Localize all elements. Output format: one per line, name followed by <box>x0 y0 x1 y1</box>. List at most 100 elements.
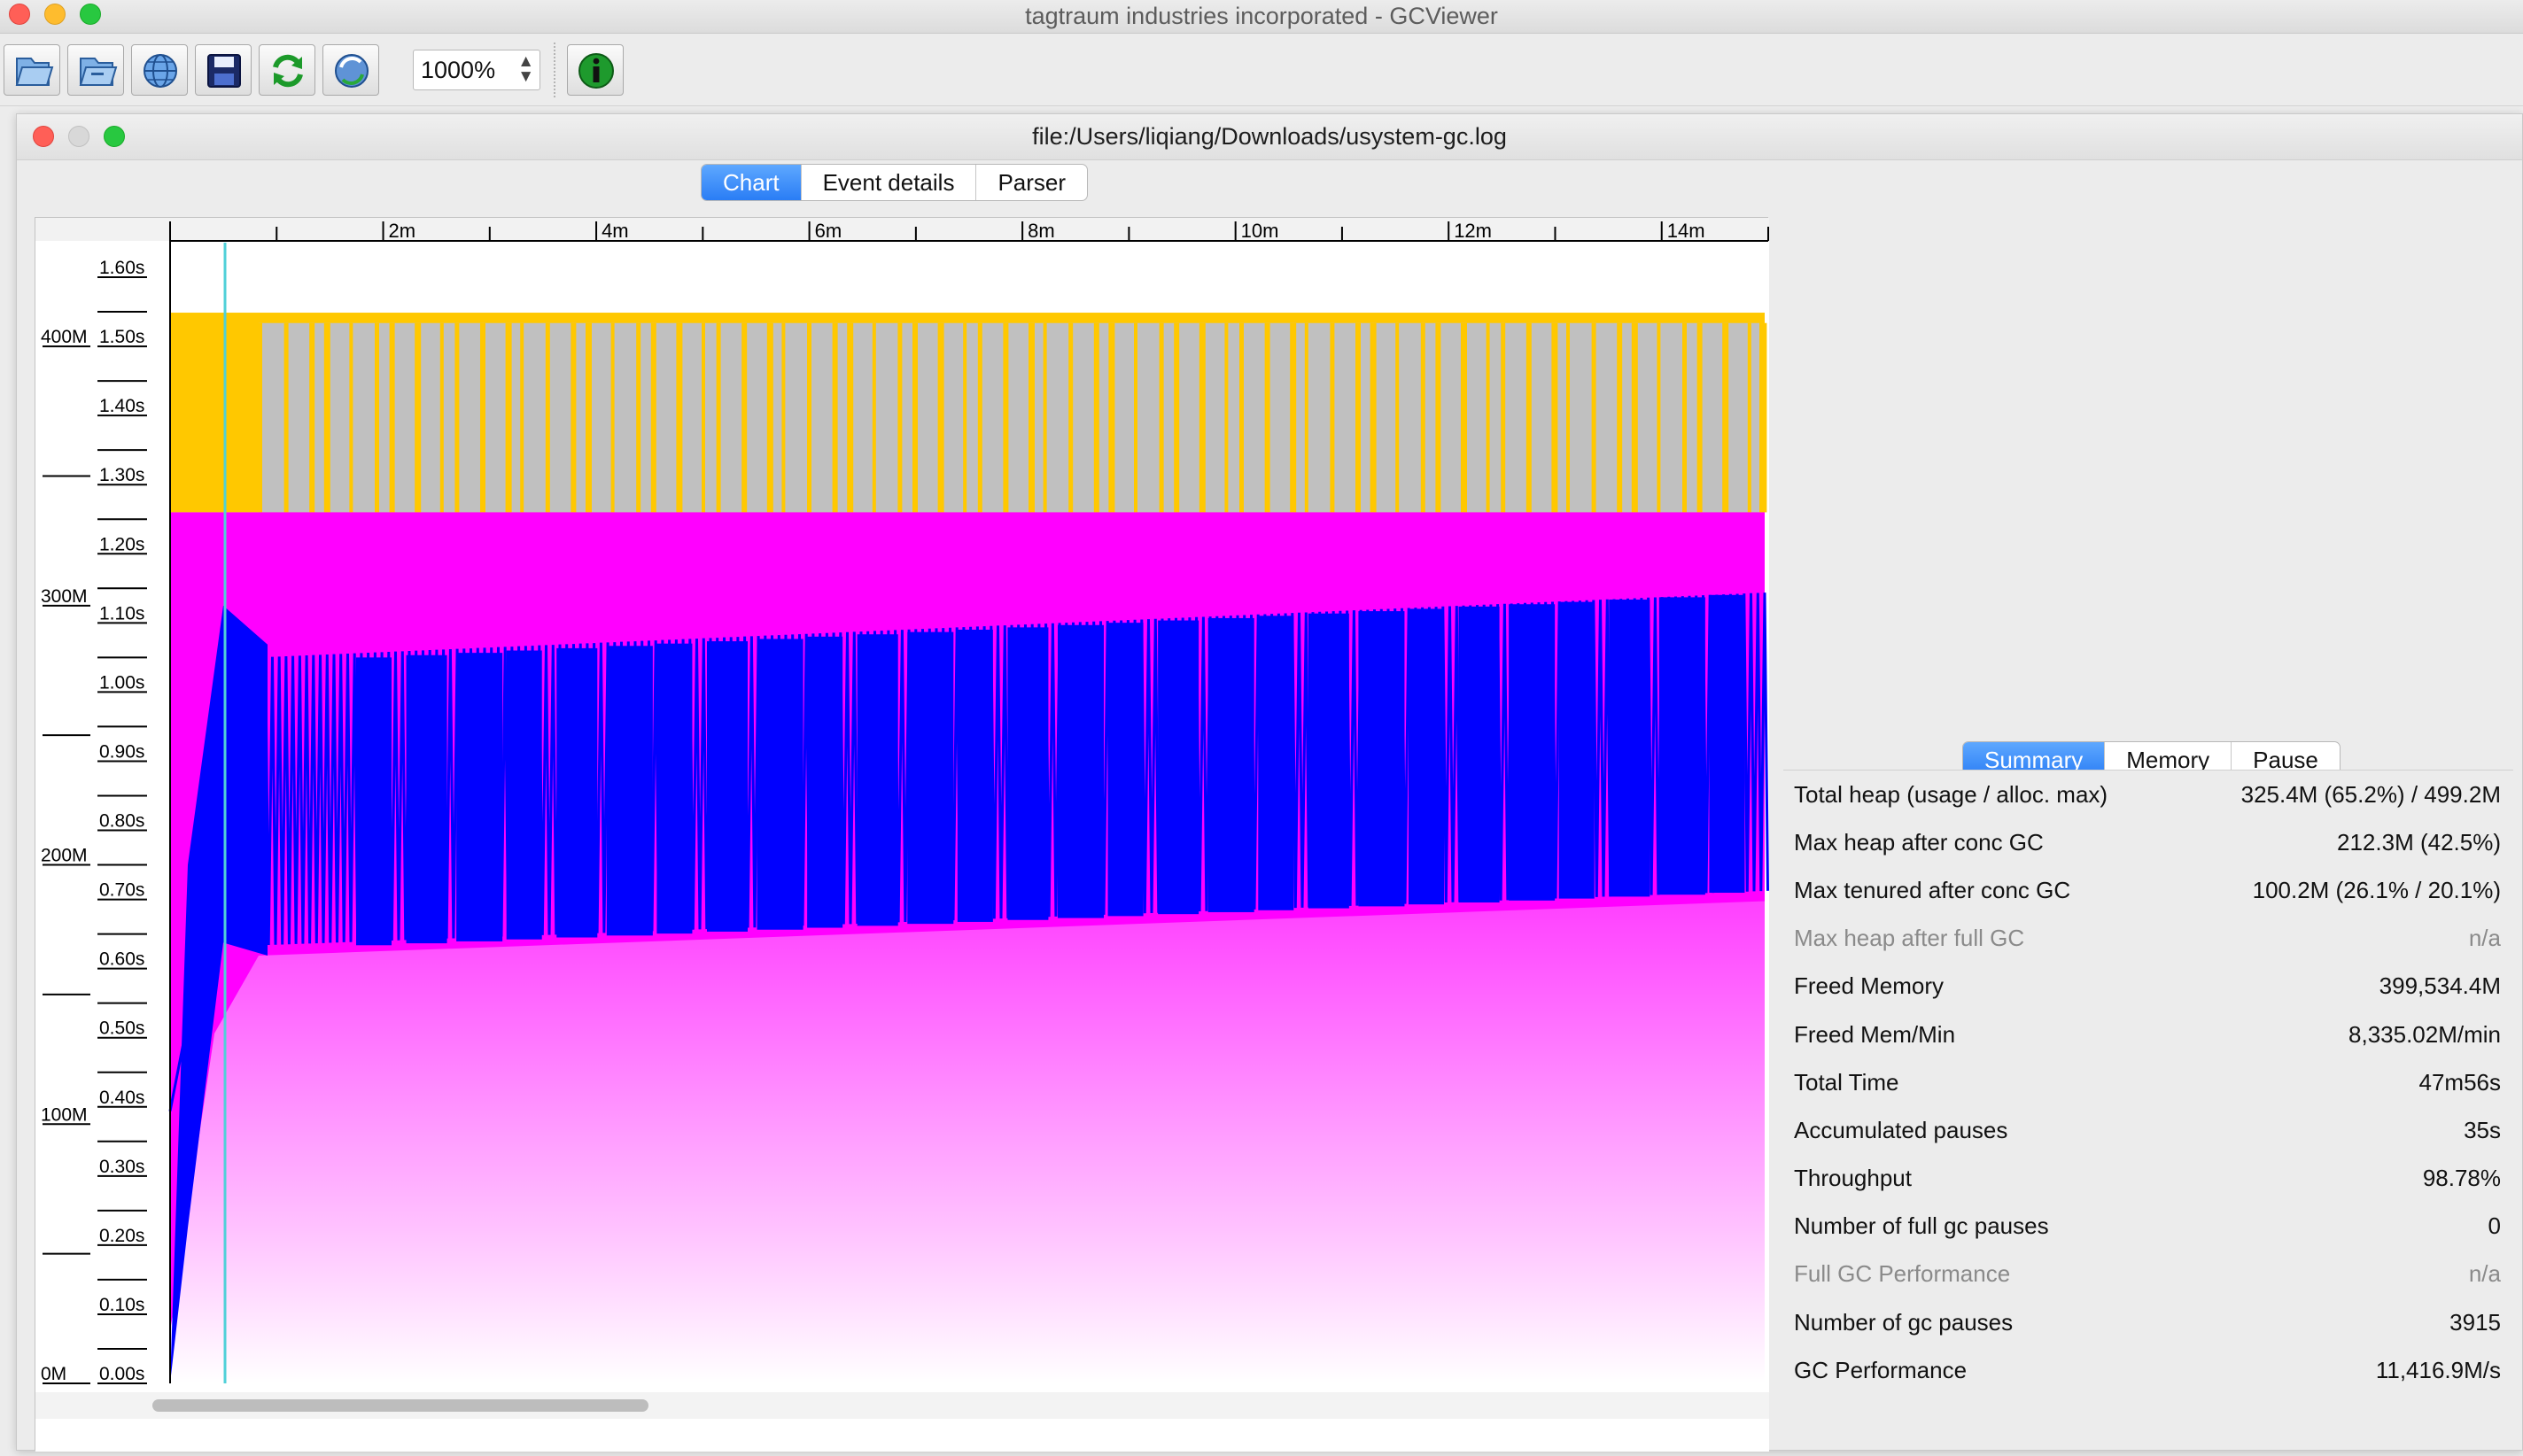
pause-tick-label: 1.50s <box>99 327 144 347</box>
young-gc-stripe <box>1420 322 1425 513</box>
young-gc-stripe <box>977 322 982 513</box>
main-toolbar: 1000% ▲ ▼ <box>0 34 2523 106</box>
x-tick-label: 2m <box>389 220 416 242</box>
summary-value: 98.78% <box>2422 1165 2501 1192</box>
export-button[interactable] <box>195 44 252 96</box>
summary-label: Total Time <box>1794 1068 1899 1096</box>
young-gc-stripe <box>1762 322 1767 513</box>
young-gc-stripe <box>1551 322 1558 513</box>
x-tick-label: 12m <box>1454 220 1492 242</box>
info-button[interactable] <box>567 44 624 96</box>
summary-value: 212.3M (42.5%) <box>2337 828 2501 856</box>
summary-label: Throughput <box>1794 1165 1912 1192</box>
pause-tick-label: 0.30s <box>99 1157 144 1177</box>
young-gc-stripe <box>676 322 683 513</box>
young-gc-stripe <box>323 322 330 513</box>
young-gc-stripe <box>1395 322 1400 513</box>
young-gc-stripe <box>309 322 315 513</box>
young-gc-stripe <box>1486 322 1490 513</box>
used-heap-block <box>656 643 693 934</box>
young-gc-stripe <box>1159 322 1164 513</box>
used-heap-block <box>1658 597 1705 895</box>
young-gc-stripe <box>716 322 721 513</box>
young-gc-stripe <box>847 322 854 513</box>
globe-icon <box>144 54 177 88</box>
summary-value: 0 <box>2488 1212 2501 1240</box>
used-heap-block <box>1107 623 1144 917</box>
open-file-button[interactable] <box>4 44 60 96</box>
memory-tick-label: 400M <box>41 327 88 347</box>
summary-value: n/a <box>2468 925 2501 952</box>
young-gc-stripe <box>259 322 262 513</box>
young-gc-stripe <box>586 322 592 513</box>
summary-value: 47m56s <box>2418 1068 2502 1096</box>
summary-value: 100.2M (26.1% / 20.1%) <box>2252 876 2501 903</box>
refresh-button[interactable] <box>259 44 315 96</box>
used-heap-block <box>1609 600 1650 897</box>
young-gc-stripe <box>912 322 918 513</box>
young-gc-stripe <box>1068 322 1074 513</box>
young-gc-stripe <box>1696 322 1703 513</box>
used-heap-block <box>757 639 803 930</box>
summary-row: GC Performance 11,416.9M/s <box>1783 1346 2513 1394</box>
save-disk-icon <box>207 54 241 88</box>
young-gc-stripe <box>505 322 512 513</box>
pause-tick-label: 1.40s <box>99 396 144 416</box>
used-heap-block <box>556 647 598 938</box>
zoom-spinner[interactable]: 1000% ▲ ▼ <box>413 50 540 90</box>
summary-label: Max tenured after conc GC <box>1794 876 2071 903</box>
young-gc-stripe <box>702 322 705 513</box>
young-gc-stripe <box>807 322 811 513</box>
used-heap-block <box>1358 611 1405 907</box>
x-tick-label: 14m <box>1667 220 1705 242</box>
used-heap-block <box>606 646 653 936</box>
young-gc-stripe <box>415 322 422 513</box>
used-heap-block <box>1007 627 1049 920</box>
pause-tick-label: 1.10s <box>99 603 144 623</box>
young-gc-stripe <box>1722 322 1729 513</box>
summary-row: Max heap after full GC n/a <box>1783 915 2513 963</box>
summary-label: Total heap (usage / alloc. max) <box>1794 780 2108 808</box>
used-heap-block <box>1308 613 1349 909</box>
young-gc-stripe <box>1043 322 1047 513</box>
young-gc-stripe <box>1108 322 1115 513</box>
memory-tick-label: 100M <box>41 1104 88 1125</box>
summary-label: Number of gc pauses <box>1794 1308 2014 1336</box>
summary-row: Accumulated pauses 35s <box>1783 1106 2513 1154</box>
scrollbar-thumb[interactable] <box>152 1399 648 1412</box>
document-title: file:/Users/liqiang/Downloads/usystem-gc… <box>1032 123 1507 150</box>
app-title-bar: tagtraum industries incorporated - GCVie… <box>0 0 2523 34</box>
young-gc-stripe <box>1134 322 1137 513</box>
summary-value: 11,416.9M/s <box>2375 1356 2501 1383</box>
tab-chart[interactable]: Chart <box>702 165 802 200</box>
summary-value: 325.4M (65.2%) / 499.2M <box>2240 780 2501 808</box>
open-url-button[interactable] <box>131 44 188 96</box>
watch-globe-icon <box>335 54 369 88</box>
gc-chart-panel[interactable]: 2m 4m 6m 8m 10m 12m 14m 400M 300M 200M 100M 0M 1.60s… <box>35 217 1769 1452</box>
pause-tick-label: 1.00s <box>99 672 144 693</box>
spinner-arrows-icon[interactable]: ▲ ▼ <box>517 53 534 85</box>
summary-label: Freed Mem/Min <box>1794 1020 1956 1048</box>
young-gc-stripe <box>963 322 967 513</box>
young-gc-stripe <box>1461 322 1467 513</box>
used-heap-block <box>356 657 392 946</box>
watch-button[interactable] <box>322 44 379 96</box>
summary-row: Max heap after conc GC 212.3M (42.5%) <box>1783 818 2513 866</box>
young-gc-stripe <box>1657 322 1661 513</box>
open-series-button[interactable] <box>67 44 124 96</box>
young-gc-stripe <box>1330 322 1335 513</box>
young-gc-stripe <box>872 322 876 513</box>
young-gc-stripe <box>832 322 838 513</box>
young-gc-stripe <box>1199 322 1206 513</box>
tab-event-details[interactable]: Event details <box>802 165 977 200</box>
summary-label: Freed Memory <box>1794 972 1945 1000</box>
summary-table: Total heap (usage / alloc. max) 325.4M (6… <box>1783 770 2513 1439</box>
pause-tick-label: 0.50s <box>99 1018 144 1039</box>
tab-parser[interactable]: Parser <box>976 165 1087 200</box>
used-heap-block <box>1158 620 1199 915</box>
summary-value: n/a <box>2468 1260 2501 1288</box>
summary-label: Number of full gc pauses <box>1794 1212 2049 1240</box>
gc-chart[interactable]: 2m 4m 6m 8m 10m 12m 14m 400M 300M 200M 100M 0M 1.60s… <box>35 218 1769 1452</box>
young-gc-stripe <box>1355 322 1361 513</box>
x-tick-label: 10m <box>1241 220 1279 242</box>
